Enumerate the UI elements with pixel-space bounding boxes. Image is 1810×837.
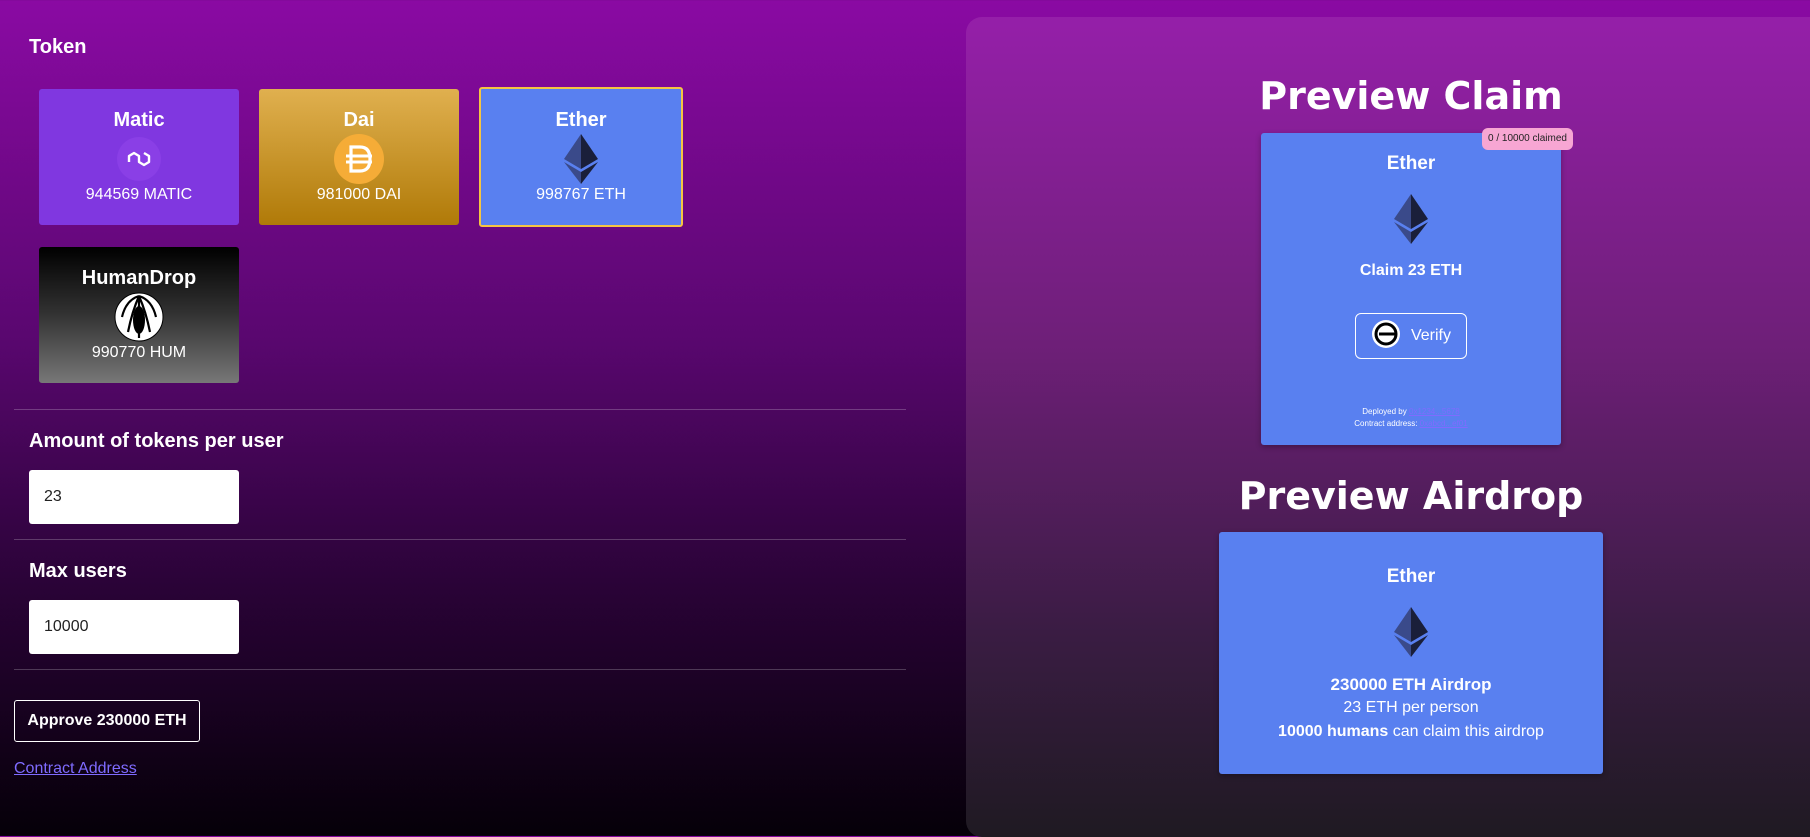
divider	[14, 669, 906, 670]
token-card-dai[interactable]: Dai 981000 DAI	[259, 89, 459, 225]
contract-address-label: Contract address:	[1354, 419, 1418, 428]
airdrop-humans-count: 10000 humans	[1278, 723, 1389, 740]
claim-preview-card: Ether Claim 23 ETH Verify Deployed by 0x…	[1261, 133, 1561, 445]
approve-button[interactable]: Approve 230000 ETH	[14, 700, 200, 742]
airdrop-total: 230000 ETH Airdrop	[1330, 675, 1492, 694]
divider	[14, 539, 906, 540]
divider	[14, 409, 906, 410]
airdrop-humans-line: 10000 humans can claim this airdrop	[1219, 723, 1603, 741]
preview-claim-title: Preview Claim	[1259, 74, 1563, 118]
humandrop-icon	[114, 292, 164, 342]
claimed-badge: 0 / 10000 claimed	[1482, 128, 1573, 150]
matic-icon	[114, 134, 164, 184]
airdrop-preview-card: Ether 230000 ETH Airdrop 23 ETH per pers…	[1219, 532, 1603, 774]
token-name: HumanDrop	[81, 267, 197, 289]
ether-icon	[1219, 606, 1603, 663]
token-balance: 990770 HUM	[91, 344, 187, 361]
token-balance: 944569 MATIC	[85, 186, 193, 203]
preview-airdrop-title: Preview Airdrop	[1238, 474, 1584, 518]
dai-icon	[334, 134, 384, 184]
token-name: Ether	[555, 109, 607, 131]
worldcoin-icon	[1371, 319, 1401, 354]
max-users-input[interactable]	[29, 600, 239, 654]
token-card-ether[interactable]: Ether 998767 ETH	[479, 87, 683, 227]
amount-label: Amount of tokens per user	[29, 430, 284, 452]
token-name: Dai	[343, 109, 375, 131]
token-balance: 998767 ETH	[536, 186, 626, 203]
contract-address-link[interactable]: Contract Address	[14, 760, 137, 778]
deployed-by-line: Deployed by 0x1234...5678	[1261, 407, 1561, 416]
airdrop-per-person: 23 ETH per person	[1343, 699, 1479, 716]
token-section-title: Token	[29, 36, 87, 58]
claim-amount-text: Claim 23 ETH	[1359, 262, 1463, 279]
verify-button[interactable]: Verify	[1355, 313, 1467, 359]
token-name: Matic	[113, 109, 165, 131]
contract-address-line: Contract address: 0xabcd...ef01	[1261, 419, 1561, 428]
max-users-label: Max users	[29, 560, 127, 582]
deployed-by-label: Deployed by	[1362, 407, 1407, 416]
verify-label: Verify	[1410, 327, 1451, 344]
amount-input[interactable]	[29, 470, 239, 524]
token-balance: 981000 DAI	[316, 186, 402, 203]
token-card-matic[interactable]: Matic 944569 MATIC	[39, 89, 239, 225]
airdrop-humans-rest: can claim this airdrop	[1388, 723, 1544, 740]
token-card-humandrop[interactable]: HumanDrop 990770 HUM	[39, 247, 239, 383]
contract-address-value-link[interactable]: 0xabcd...ef01	[1420, 419, 1468, 428]
ether-icon	[1261, 193, 1561, 250]
airdrop-token-name: Ether	[1386, 566, 1436, 587]
deployed-by-link[interactable]: 0x1234...5678	[1409, 407, 1460, 416]
claim-token-name: Ether	[1386, 153, 1436, 174]
ether-icon	[556, 134, 606, 184]
airdrop-form: Token Matic 944569 MATIC Dai 981000 DAI …	[0, 0, 920, 836]
